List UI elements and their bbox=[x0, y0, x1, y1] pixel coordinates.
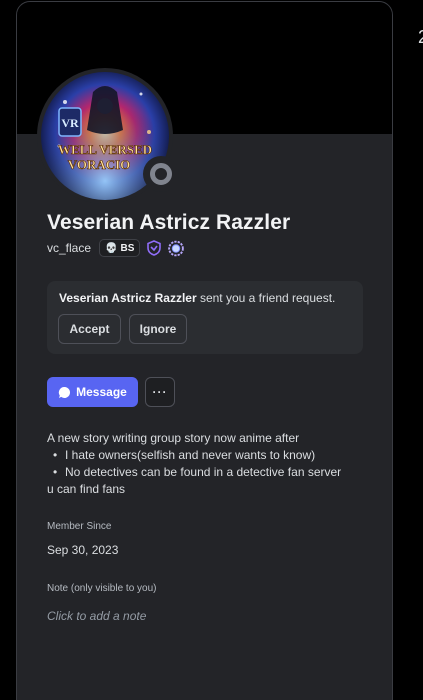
friend-request-text: Veserian Astricz Razzler sent you a frie… bbox=[59, 291, 335, 305]
accept-button[interactable]: Accept bbox=[58, 314, 121, 344]
display-name: Veserian Astricz Razzler bbox=[47, 211, 291, 234]
message-button-label: Message bbox=[76, 385, 127, 399]
bio-bullet-list: • I hate owners(selfish and never wants t… bbox=[47, 447, 367, 481]
avatar-corner-text: VR bbox=[61, 116, 79, 130]
message-button[interactable]: Message bbox=[47, 377, 138, 407]
member-since-label: Member Since bbox=[47, 521, 112, 532]
bio: A new story writing group story now anim… bbox=[47, 430, 367, 498]
server-tag[interactable]: 💀 BS bbox=[99, 239, 141, 257]
bullet-icon: • bbox=[53, 448, 58, 462]
bio-bullet-item: • I hate owners(selfish and never wants t… bbox=[53, 448, 316, 462]
friend-request-name: Veserian Astricz Razzler bbox=[59, 291, 197, 305]
username[interactable]: vc_flace bbox=[47, 241, 91, 255]
note-input[interactable]: Click to add a note bbox=[47, 609, 347, 627]
chat-bubble-icon bbox=[58, 386, 71, 398]
username-row: vc_flace 💀 BS bbox=[47, 238, 185, 258]
bio-bullet-item: • No detectives can be found in a detecti… bbox=[53, 465, 342, 479]
avatar[interactable]: VR WELL VERSED VORACIO bbox=[37, 68, 179, 204]
member-since-value: Sep 30, 2023 bbox=[47, 543, 119, 557]
server-tag-label: BS bbox=[120, 242, 135, 254]
bullet-icon: • bbox=[53, 465, 58, 479]
avatar-caption-line1: WELL VERSED bbox=[58, 142, 152, 157]
skull-icon: 💀 bbox=[105, 242, 118, 254]
note-label: Note (only visible to you) bbox=[47, 583, 157, 594]
status-offline-indicator bbox=[143, 156, 179, 192]
bio-line: u can find fans bbox=[47, 482, 126, 496]
friend-request-panel: Veserian Astricz Razzler sent you a frie… bbox=[47, 281, 363, 354]
avatar-caption-line2: VORACIO bbox=[68, 157, 131, 172]
status-ring-icon bbox=[150, 163, 172, 185]
edge-partial-glyph: 2 bbox=[418, 28, 423, 46]
user-profile-card: VR WELL VERSED VORACIO Veserian Astricz … bbox=[16, 1, 393, 700]
boost-gem-badge-icon[interactable] bbox=[168, 240, 185, 256]
bio-line: A new story writing group story now anim… bbox=[47, 431, 300, 445]
ignore-button[interactable]: Ignore bbox=[129, 314, 187, 344]
more-options-button[interactable]: ··· bbox=[145, 377, 175, 407]
nitro-shield-badge-icon[interactable] bbox=[146, 240, 162, 256]
friend-request-message: sent you a friend request. bbox=[196, 291, 336, 305]
ellipsis-icon: ··· bbox=[152, 385, 168, 399]
